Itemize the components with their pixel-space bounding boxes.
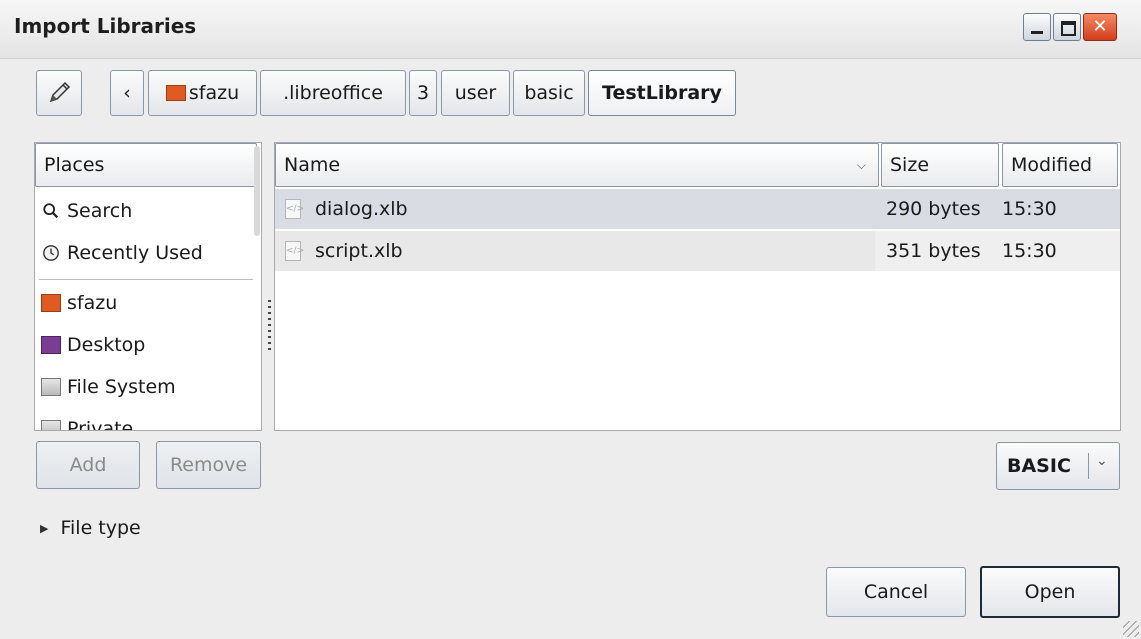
table-row[interactable]: </> script.xlb 351 bytes 15:30 xyxy=(275,231,1120,271)
cancel-button[interactable]: Cancel xyxy=(826,567,966,617)
column-header-label: Size xyxy=(890,154,930,176)
filter-select[interactable]: BASIC ⌄ xyxy=(996,442,1120,490)
search-icon xyxy=(43,203,59,219)
file-size: 351 bytes xyxy=(886,240,981,262)
path-crumb[interactable]: 3 xyxy=(409,70,437,116)
desktop-icon xyxy=(41,336,61,354)
places-item-search[interactable]: Search xyxy=(41,191,132,231)
remove-button[interactable]: Remove xyxy=(156,441,261,489)
file-list: Name ⌵ Size Modified </> dialog.xlb 290 … xyxy=(274,142,1121,431)
remove-button-label: Remove xyxy=(169,454,248,476)
path-crumb-label: basic xyxy=(524,82,574,104)
places-item-recent[interactable]: Recently Used xyxy=(41,233,203,273)
resize-grip[interactable] xyxy=(1123,621,1139,637)
file-modified: 15:30 xyxy=(1002,240,1057,262)
places-item-label: Private xyxy=(67,418,134,431)
path-crumb[interactable]: user xyxy=(441,70,510,116)
drive-icon xyxy=(41,420,61,430)
open-button[interactable]: Open xyxy=(980,566,1120,618)
file-name-cell: </> script.xlb xyxy=(285,231,403,271)
file-size: 290 bytes xyxy=(886,198,981,220)
file-name: dialog.xlb xyxy=(315,198,408,220)
places-item-desktop[interactable]: Desktop xyxy=(41,325,145,365)
places-header[interactable]: Places xyxy=(35,143,257,187)
file-type-label: File type xyxy=(60,517,141,539)
places-item-label: Recently Used xyxy=(67,242,203,264)
drive-icon xyxy=(41,378,61,396)
column-header-modified[interactable]: Modified xyxy=(1002,143,1118,187)
cancel-button-label: Cancel xyxy=(863,581,929,603)
file-name: script.xlb xyxy=(315,240,403,262)
file-modified: 15:30 xyxy=(1002,198,1057,220)
path-crumb-label: TestLibrary xyxy=(602,82,722,104)
add-button[interactable]: Add xyxy=(36,441,140,489)
home-folder-icon xyxy=(165,85,186,101)
places-item-home[interactable]: sfazu xyxy=(41,283,117,323)
open-button-label: Open xyxy=(1024,581,1076,603)
clock-icon xyxy=(43,245,59,261)
path-crumb-label: user xyxy=(454,82,497,104)
add-button-label: Add xyxy=(69,454,107,476)
path-crumb-label: .libreoffice xyxy=(283,82,383,104)
sort-chevron-down-icon: ⌵ xyxy=(856,157,866,172)
pane-resize-handle[interactable] xyxy=(268,300,271,352)
places-item-label: File System xyxy=(67,376,176,398)
column-header-size[interactable]: Size xyxy=(881,143,999,187)
close-button[interactable]: ✕ xyxy=(1083,13,1117,41)
path-back-button[interactable]: ‹ xyxy=(110,70,144,116)
path-crumb[interactable]: basic xyxy=(513,70,585,116)
places-panel: Places Search Recently Used sfazu Deskto… xyxy=(34,142,262,431)
file-icon: </> xyxy=(285,199,304,219)
path-crumb-current[interactable]: TestLibrary xyxy=(588,70,736,116)
pencil-icon xyxy=(49,81,71,103)
filter-selected-value: BASIC xyxy=(1007,455,1071,477)
close-icon: ✕ xyxy=(1092,16,1108,37)
minimize-button[interactable] xyxy=(1023,13,1051,41)
places-item-filesystem[interactable]: File System xyxy=(41,367,176,407)
places-item-private[interactable]: Private xyxy=(41,409,134,431)
expander-triangle-icon: ▶ xyxy=(40,521,49,535)
column-header-name[interactable]: Name ⌵ xyxy=(275,143,879,187)
chevron-down-icon: ⌄ xyxy=(1096,453,1108,469)
places-header-label: Places xyxy=(44,154,105,176)
chevron-left-icon: ‹ xyxy=(123,82,131,104)
path-crumb-label: sfazu xyxy=(188,82,240,104)
maximize-button[interactable] xyxy=(1053,13,1081,41)
edit-location-button[interactable] xyxy=(36,70,82,116)
column-header-label: Modified xyxy=(1011,154,1093,176)
title-bar: Import Libraries ✕ xyxy=(0,0,1141,59)
path-crumb-home[interactable]: sfazu xyxy=(148,70,257,116)
file-name-cell: </> dialog.xlb xyxy=(285,189,408,229)
table-row[interactable]: </> dialog.xlb 290 bytes 15:30 xyxy=(275,189,1120,229)
file-type-expander[interactable]: ▶ File type xyxy=(40,517,141,539)
places-item-label: sfazu xyxy=(67,292,118,314)
path-crumb[interactable]: .libreoffice xyxy=(260,70,406,116)
divider xyxy=(1088,453,1089,479)
home-folder-icon xyxy=(41,294,61,312)
places-item-label: Desktop xyxy=(67,334,146,356)
places-scrollbar[interactable] xyxy=(254,146,260,236)
window-title: Import Libraries xyxy=(14,14,197,38)
column-header-label: Name xyxy=(284,154,341,176)
file-icon: </> xyxy=(285,241,304,261)
places-item-label: Search xyxy=(67,200,133,222)
path-crumb-label: 3 xyxy=(416,82,430,104)
places-divider xyxy=(39,279,253,280)
